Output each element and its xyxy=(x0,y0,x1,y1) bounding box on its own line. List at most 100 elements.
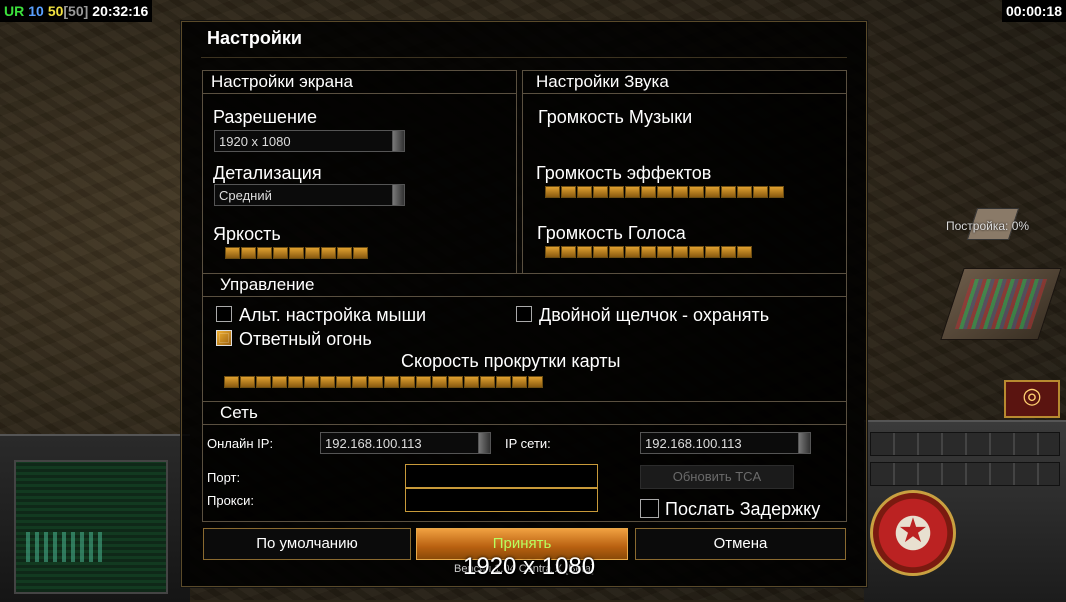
hud-clock: 20:32:16 xyxy=(92,3,149,19)
send-delay-checkbox[interactable] xyxy=(640,499,659,518)
slider-segment xyxy=(273,247,288,259)
slider-segment xyxy=(305,247,320,259)
slider-segment xyxy=(464,376,479,388)
slider-segment xyxy=(480,376,495,388)
minimap-panel xyxy=(0,434,190,602)
slider-segment xyxy=(673,246,688,258)
hud-ur: UR xyxy=(4,3,25,19)
voice-volume-slider[interactable] xyxy=(545,246,752,260)
control-heading: Управление xyxy=(203,274,846,297)
slider-segment xyxy=(289,247,304,259)
proxy-input[interactable] xyxy=(405,488,598,512)
network-heading: Сеть xyxy=(203,402,846,425)
slider-segment xyxy=(641,186,656,198)
slider-segment xyxy=(737,246,752,258)
slider-segment xyxy=(400,376,415,388)
slider-segment xyxy=(609,246,624,258)
slider-segment xyxy=(257,247,272,259)
slider-segment xyxy=(705,186,720,198)
defaults-button[interactable]: По умолчанию xyxy=(203,528,411,560)
hud-timer: 00:00:18 xyxy=(1001,0,1066,22)
settings-dialog: Настройки Настройки экрана Разрешение 19… xyxy=(181,21,867,587)
radar-icon[interactable] xyxy=(1004,380,1060,418)
hud-num3: [50] xyxy=(63,3,89,19)
hud-stats: UR 10 50 [50] 20:32:16 xyxy=(0,0,153,22)
slider-segment xyxy=(673,186,688,198)
slider-segment xyxy=(224,376,239,388)
sound-settings-heading: Настройки Звука xyxy=(523,71,846,94)
slider-segment xyxy=(241,247,256,259)
slider-segment xyxy=(609,186,624,198)
brightness-slider[interactable] xyxy=(225,247,368,261)
slider-segment xyxy=(304,376,319,388)
detail-value: Средний xyxy=(219,188,272,203)
slider-segment xyxy=(721,186,736,198)
slider-segment xyxy=(657,186,672,198)
slider-segment xyxy=(352,376,367,388)
resolution-select[interactable]: 1920 x 1080 xyxy=(214,130,405,152)
scroll-speed-slider[interactable] xyxy=(224,376,543,390)
lan-ip-select[interactable]: 192.168.100.113 xyxy=(640,432,811,454)
slider-segment xyxy=(353,247,368,259)
minimap-screen[interactable] xyxy=(14,460,168,594)
slider-segment xyxy=(545,246,560,258)
slider-segment xyxy=(689,246,704,258)
scroll-arrow-icon[interactable] xyxy=(392,131,404,151)
slider-segment xyxy=(496,376,511,388)
slider-segment xyxy=(625,246,640,258)
faction-emblem-icon xyxy=(870,490,956,576)
slider-segment xyxy=(577,186,592,198)
slider-segment xyxy=(577,246,592,258)
return-fire-checkbox[interactable] xyxy=(216,330,232,346)
scroll-arrow-icon[interactable] xyxy=(392,185,404,205)
slider-segment xyxy=(721,246,736,258)
resolution-overlay-text: 1920 x 1080 xyxy=(463,553,596,580)
slider-segment xyxy=(384,376,399,388)
slider-segment xyxy=(337,247,352,259)
slider-segment xyxy=(336,376,351,388)
cancel-button[interactable]: Отмена xyxy=(635,528,846,560)
slider-segment xyxy=(368,376,383,388)
slider-segment xyxy=(448,376,463,388)
slider-segment xyxy=(545,186,560,198)
slider-segment xyxy=(769,186,784,198)
slider-segment xyxy=(753,186,768,198)
update-tca-button[interactable]: Обновить TCA xyxy=(640,465,794,489)
scroll-speed-label: Скорость прокрутки карты xyxy=(401,351,621,371)
effects-volume-label: Громкость эффектов xyxy=(536,163,712,183)
slider-segment xyxy=(528,376,543,388)
command-row[interactable] xyxy=(870,432,1060,456)
alt-mouse-checkbox[interactable] xyxy=(216,306,232,322)
lan-ip-label: IP сети: xyxy=(505,436,551,451)
double-click-guard-checkbox[interactable] xyxy=(516,306,532,322)
screen-settings-heading: Настройки экрана xyxy=(203,71,516,94)
slider-segment xyxy=(225,247,240,259)
screen-settings-panel: Настройки экрана Разрешение 1920 x 1080 … xyxy=(202,70,517,274)
slider-segment xyxy=(321,247,336,259)
slider-segment xyxy=(657,246,672,258)
alt-mouse-label: Альт. настройка мыши xyxy=(239,305,427,325)
return-fire-label: Ответный огонь xyxy=(239,329,372,349)
slider-segment xyxy=(705,246,720,258)
slider-segment xyxy=(641,246,656,258)
slider-segment xyxy=(432,376,447,388)
slider-segment xyxy=(320,376,335,388)
slider-segment xyxy=(416,376,431,388)
slider-segment xyxy=(593,186,608,198)
scroll-arrow-icon[interactable] xyxy=(798,433,810,453)
slider-segment xyxy=(288,376,303,388)
port-input[interactable] xyxy=(405,464,598,488)
control-panel: Управление Альт. настройка мыши Двойной … xyxy=(202,273,847,402)
build-progress-label: Постройка: 0% xyxy=(946,219,1030,233)
slider-segment xyxy=(625,186,640,198)
scroll-arrow-icon[interactable] xyxy=(478,433,490,453)
command-row[interactable] xyxy=(870,462,1060,486)
send-delay-label: Послать Задержку xyxy=(665,499,821,519)
slider-segment xyxy=(593,246,608,258)
hud-num2: 50 xyxy=(47,3,64,19)
online-ip-select[interactable]: 192.168.100.113 xyxy=(320,432,491,454)
slider-segment xyxy=(737,186,752,198)
detail-select[interactable]: Средний xyxy=(214,184,405,206)
double-click-guard-label: Двойной щелчок - охранять xyxy=(539,305,770,325)
effects-volume-slider[interactable] xyxy=(545,186,784,200)
